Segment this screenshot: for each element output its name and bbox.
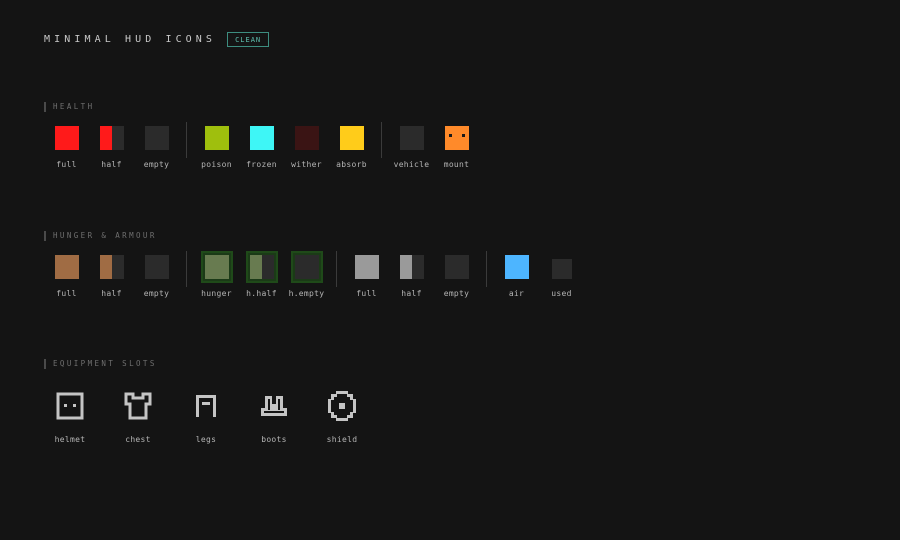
air-used: used: [539, 251, 584, 298]
health-full-label: full: [56, 160, 77, 169]
equip-slot-legs[interactable]: legs: [172, 388, 240, 444]
shield-icon: [328, 391, 356, 421]
food-half-label: half: [101, 289, 122, 298]
helmet-icon: [56, 392, 84, 420]
armour-full: full: [344, 251, 389, 298]
health-full: full: [44, 122, 89, 169]
armour-half-icon: [399, 255, 424, 279]
equipment-row: helmet chest legs boots shield: [36, 388, 376, 444]
divider: [381, 122, 382, 158]
equip-slot-boots[interactable]: boots: [240, 388, 308, 444]
heart-empty-icon: [144, 126, 169, 150]
equip-label-helmet: helmet: [54, 435, 86, 444]
armour-half-label: half: [401, 289, 422, 298]
health-wither: wither: [284, 122, 329, 169]
heart-half-icon: [99, 126, 124, 150]
health-wither-label: wither: [291, 160, 322, 169]
health-frozen: frozen: [239, 122, 284, 169]
food-full-label: full: [56, 289, 77, 298]
health-poison-label: poison: [201, 160, 232, 169]
heart-vehicle-icon: [399, 126, 424, 150]
air-used-icon: [551, 259, 572, 279]
health-absorb: absorb: [329, 122, 374, 169]
health-empty: empty: [134, 122, 179, 169]
armour-half: half: [389, 251, 434, 298]
divider: [186, 122, 187, 158]
hunger-full-label: hunger: [201, 289, 232, 298]
heart-absorb-icon: [339, 126, 364, 150]
health-empty-label: empty: [143, 160, 170, 169]
heart-full-icon: [54, 126, 79, 150]
page-title: MINIMAL HUD ICONS: [44, 34, 217, 45]
heart-wither-icon: [294, 126, 319, 150]
health-section: HEALTH full half empty poison frozen wit…: [44, 102, 469, 169]
hunger-half-icon: [245, 251, 278, 283]
hunger-empty-icon: [290, 251, 323, 283]
health-vehicle-label: vehicle: [393, 160, 430, 169]
divider: [186, 251, 187, 287]
food-full: full: [44, 251, 89, 298]
food-full-icon: [54, 255, 79, 279]
armour-empty-label: empty: [443, 289, 470, 298]
health-mount-label: mount: [443, 160, 470, 169]
air-used-label: used: [551, 289, 572, 298]
heart-mount-icon: [444, 126, 469, 150]
equip-label-boots: boots: [261, 435, 287, 444]
equip-slot-helmet[interactable]: helmet: [36, 388, 104, 444]
health-poison: poison: [194, 122, 239, 169]
section-label-health: HEALTH: [44, 102, 95, 112]
section-label-hunger-armour: HUNGER & ARMOUR: [44, 231, 157, 241]
heart-frozen-icon: [249, 126, 274, 150]
header: MINIMAL HUD ICONS CLEAN: [44, 32, 270, 47]
equip-label-legs: legs: [195, 435, 217, 444]
hunger-half: h.half: [239, 251, 284, 298]
armour-full-icon: [354, 255, 379, 279]
armour-empty-icon: [444, 255, 469, 279]
hunger-half-label: h.half: [246, 289, 277, 298]
food-half-icon: [99, 255, 124, 279]
health-vehicle: vehicle: [389, 122, 434, 169]
equip-slot-shield[interactable]: shield: [308, 388, 376, 444]
heart-poison-icon: [204, 126, 229, 150]
equip-slot-chest[interactable]: chest: [104, 388, 172, 444]
boots-icon: [261, 396, 287, 416]
hunger-empty-label: h.empty: [288, 289, 325, 298]
chest-icon: [124, 392, 152, 420]
health-mount: mount: [434, 122, 479, 169]
air-full-label: air: [508, 289, 525, 298]
armour-full-label: full: [356, 289, 377, 298]
style-badge[interactable]: CLEAN: [227, 32, 270, 47]
air-bubble-icon: [504, 255, 529, 279]
divider: [486, 251, 487, 287]
hunger-armour-row: full half empty hunger h.half h.empty fu…: [44, 251, 584, 298]
hunger-full: hunger: [194, 251, 239, 298]
health-absorb-label: absorb: [336, 160, 367, 169]
food-empty: empty: [134, 251, 179, 298]
armour-empty: empty: [434, 251, 479, 298]
health-half-label: half: [101, 160, 122, 169]
health-half: half: [89, 122, 134, 169]
equipment-section: EQUIPMENT SLOTS helmet chest legs boots …: [44, 359, 357, 444]
equip-label-chest: chest: [125, 435, 151, 444]
equip-label-shield: shield: [326, 435, 358, 444]
divider: [336, 251, 337, 287]
air-full: air: [494, 251, 539, 298]
legs-icon: [196, 395, 216, 417]
food-empty-label: empty: [143, 289, 170, 298]
food-half: half: [89, 251, 134, 298]
hunger-armour-section: HUNGER & ARMOUR full half empty hunger h…: [44, 231, 572, 298]
health-frozen-label: frozen: [246, 160, 277, 169]
health-row: full half empty poison frozen wither abs…: [44, 122, 479, 169]
hunger-full-icon: [200, 251, 233, 283]
hunger-empty: h.empty: [284, 251, 329, 298]
section-label-equipment: EQUIPMENT SLOTS: [44, 359, 157, 369]
food-empty-icon: [144, 255, 169, 279]
